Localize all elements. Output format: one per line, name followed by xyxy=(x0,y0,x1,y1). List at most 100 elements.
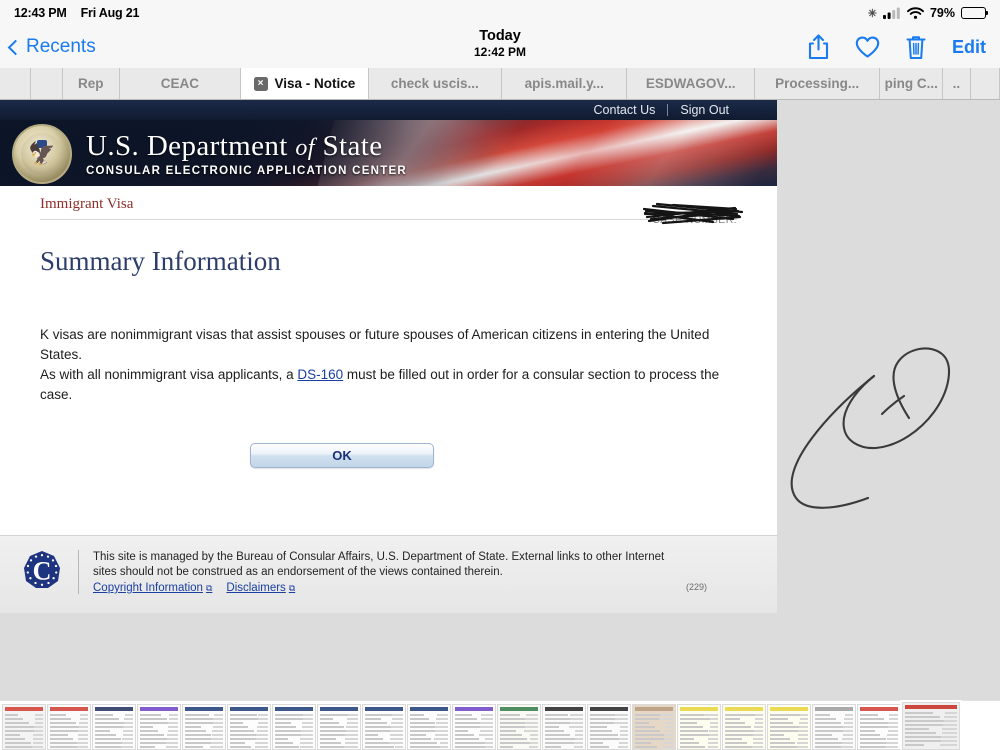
footer-links: Copyright Information⧉ Disclaimers⧉ xyxy=(93,582,757,594)
utility-divider xyxy=(667,104,668,116)
contact-us-link[interactable]: Contact Us xyxy=(594,103,656,117)
trash-icon[interactable] xyxy=(906,35,926,60)
browser-tab-5[interactable]: check uscis... xyxy=(369,68,502,99)
footer-body: This site is managed by the Bureau of Co… xyxy=(78,550,777,594)
filmstrip-thumbnail[interactable] xyxy=(497,704,541,750)
browser-tab-label: CEAC xyxy=(161,76,199,91)
banner-text-block: U.S. Department of State CONSULAR ELECTR… xyxy=(86,130,407,177)
filmstrip-thumbnail[interactable] xyxy=(182,704,226,750)
browser-tab-3[interactable]: CEAC xyxy=(120,68,242,99)
photo-viewer-image[interactable]: Rep CEAC × Visa - Notice check uscis... apis.… xyxy=(0,68,1000,700)
banner-title: U.S. Department of State xyxy=(86,130,407,164)
browser-tab-empty-1[interactable] xyxy=(31,68,62,99)
breadcrumb: Immigrant Visa xyxy=(40,186,737,213)
page-title: Summary Information xyxy=(40,246,737,277)
page-body-copy: K visas are nonimmigrant visas that assi… xyxy=(40,325,737,405)
filmstrip-thumbnail[interactable] xyxy=(137,704,181,750)
filmstrip-thumbnail[interactable] xyxy=(272,704,316,750)
external-link-icon: ⧉ xyxy=(289,583,295,594)
ds-160-link[interactable]: DS-160 xyxy=(297,367,343,382)
body-line-2-before: As with all nonimmigrant visa applicants… xyxy=(40,367,297,382)
browser-tab-2[interactable]: Rep xyxy=(63,68,120,99)
browser-tab-strip: Rep CEAC × Visa - Notice check uscis... apis.… xyxy=(0,68,1000,100)
browser-tab-label: Processing... xyxy=(775,76,859,91)
consular-logo-letter: C xyxy=(33,557,52,586)
filmstrip-thumbnail[interactable] xyxy=(902,702,960,750)
status-bar-left: 12:43 PM Fri Aug 21 xyxy=(14,6,139,20)
photos-navigation-bar: Recents Today 12:42 PM Edit xyxy=(0,26,1000,69)
browser-tab-label: .. xyxy=(953,76,961,91)
filmstrip-thumbnail[interactable] xyxy=(767,704,811,750)
browser-tab-empty-0[interactable] xyxy=(0,68,31,99)
external-link-icon: ⧉ xyxy=(206,583,212,594)
edit-button[interactable]: Edit xyxy=(952,37,986,58)
utility-links-bar: Contact Us Sign Out xyxy=(0,100,777,120)
body-line-2: As with all nonimmigrant visa applicants… xyxy=(40,365,737,405)
browser-tab-empty-11[interactable] xyxy=(971,68,1000,99)
browser-tab-10[interactable]: .. xyxy=(943,68,970,99)
page-content: Immigrant Visa CASE NUMBER: xyxy=(0,186,777,468)
photo-filmstrip[interactable] xyxy=(0,700,1000,750)
filmstrip-thumbnail[interactable] xyxy=(362,704,406,750)
browser-tab-8[interactable]: Processing... xyxy=(755,68,880,99)
filmstrip-thumbnail[interactable] xyxy=(677,704,721,750)
ceac-web-page: Contact Us Sign Out 🦅 U.S. Department of… xyxy=(0,100,777,613)
photo-actions: Edit xyxy=(808,34,986,60)
filmstrip-thumbnail[interactable] xyxy=(857,704,901,750)
browser-tab-9[interactable]: ping C... xyxy=(880,68,943,99)
heart-icon[interactable] xyxy=(855,36,880,59)
filmstrip-thumbnail[interactable] xyxy=(2,704,46,750)
filmstrip-thumbnail[interactable] xyxy=(227,704,271,750)
copyright-information-link[interactable]: Copyright Information⧉ xyxy=(93,582,212,594)
share-icon[interactable] xyxy=(808,34,829,60)
body-line-1: K visas are nonimmigrant visas that assi… xyxy=(40,325,737,365)
ok-button-row: OK xyxy=(40,443,737,468)
hand-drawn-curve-annotation xyxy=(770,328,1000,528)
page-footer: C This site is managed by the Bureau of … xyxy=(0,535,777,613)
status-time: 12:43 PM xyxy=(14,6,67,20)
banner-title-of: of xyxy=(295,135,314,161)
filmstrip-thumbnail[interactable] xyxy=(722,704,766,750)
filmstrip-thumbnail[interactable] xyxy=(92,704,136,750)
browser-tab-label: check uscis... xyxy=(391,76,479,91)
banner-title-us: U.S. xyxy=(86,130,139,162)
footer-disclaimer-text: This site is managed by the Bureau of Co… xyxy=(93,550,683,580)
wifi-icon xyxy=(907,7,924,19)
filmstrip-thumbnail[interactable] xyxy=(632,704,676,750)
ok-button[interactable]: OK xyxy=(250,443,434,468)
browser-tab-6[interactable]: apis.mail.y... xyxy=(502,68,627,99)
disclaimers-label: Disclaimers xyxy=(226,582,285,594)
tab-close-icon[interactable]: × xyxy=(254,77,268,91)
dos-banner: 🦅 U.S. Department of State CONSULAR ELEC… xyxy=(0,120,777,186)
browser-tab-label: apis.mail.y... xyxy=(525,76,604,91)
copyright-information-label: Copyright Information xyxy=(93,582,203,594)
filmstrip-thumbnail[interactable] xyxy=(452,704,496,750)
breadcrumb-divider xyxy=(40,219,737,220)
browser-tab-label: ping C... xyxy=(885,76,938,91)
banner-title-state: State xyxy=(323,130,383,162)
filmstrip-thumbnail[interactable] xyxy=(587,704,631,750)
activity-spinner-icon: ✳ xyxy=(868,7,877,20)
disclaimers-link[interactable]: Disclaimers ⧉ xyxy=(226,582,295,594)
browser-tab-label: Visa - Notice xyxy=(275,76,356,91)
status-bar-right: ✳ 79% xyxy=(868,6,986,20)
battery-percent: 79% xyxy=(930,6,955,20)
browser-tab-label: Rep xyxy=(78,76,104,91)
us-department-of-state-seal-icon: 🦅 xyxy=(12,124,72,184)
banner-title-department: Department xyxy=(147,130,288,162)
status-date: Fri Aug 21 xyxy=(81,6,140,20)
filmstrip-thumbnail[interactable] xyxy=(47,704,91,750)
filmstrip-thumbnail[interactable] xyxy=(542,704,586,750)
case-number-label-text: CASE NUMBER: xyxy=(652,214,737,226)
filmstrip-thumbnail[interactable] xyxy=(812,704,856,750)
sign-out-link[interactable]: Sign Out xyxy=(680,103,729,117)
consular-affairs-logo-icon: C xyxy=(22,550,62,590)
cellular-signal-icon xyxy=(883,7,901,19)
filmstrip-thumbnail[interactable] xyxy=(317,704,361,750)
battery-icon xyxy=(961,7,986,19)
banner-subtitle: CONSULAR ELECTRONIC APPLICATION CENTER xyxy=(86,165,407,177)
ios-status-bar: 12:43 PM Fri Aug 21 ✳ 79% xyxy=(0,0,1000,26)
browser-tab-7[interactable]: ESDWAGOV... xyxy=(627,68,754,99)
browser-tab-4[interactable]: × Visa - Notice xyxy=(241,68,368,99)
filmstrip-thumbnail[interactable] xyxy=(407,704,451,750)
